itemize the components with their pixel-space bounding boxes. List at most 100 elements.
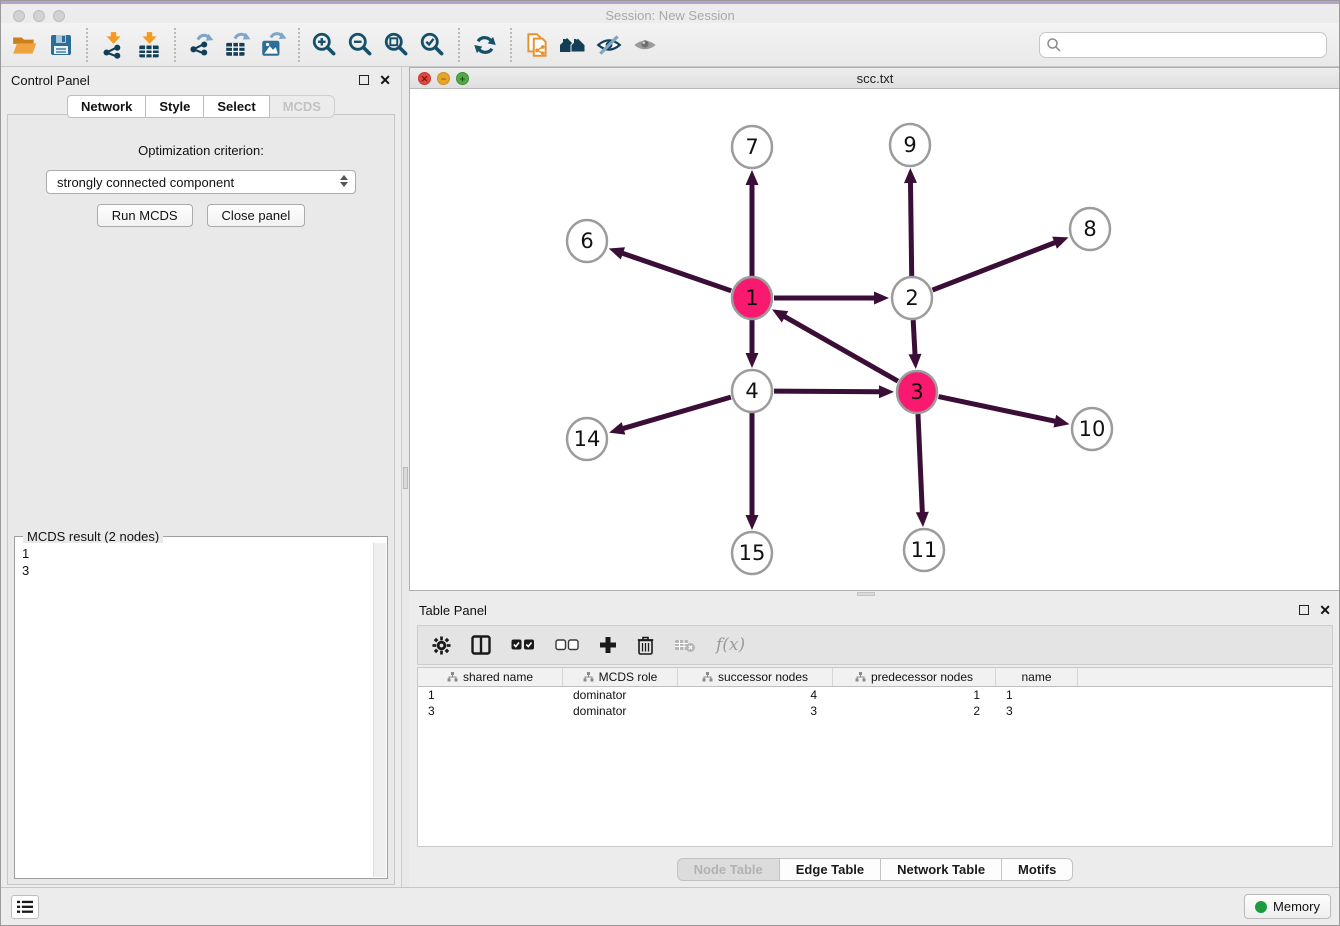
control-panel-title: Control Panel [11,73,90,88]
table-cell: 3 [678,703,833,719]
close-panel-icon[interactable]: ✕ [1319,605,1331,615]
open-file-button[interactable] [7,27,43,63]
refresh-button[interactable] [467,27,503,63]
tab-mcds[interactable]: MCDS [270,95,335,118]
criterion-dropdown[interactable]: strongly connected component [46,170,356,194]
show-columns-button[interactable] [471,635,491,655]
run-mcds-button[interactable]: Run MCDS [97,204,193,227]
graph-edge-4-15[interactable] [746,413,759,530]
import-table-button[interactable] [131,27,167,63]
zoom-in-icon [311,31,339,59]
graph-edge-1-2[interactable] [774,292,889,305]
column-header-name[interactable]: name [996,668,1078,686]
close-panel-icon[interactable]: ✕ [379,75,391,85]
zoom-fit-icon [383,31,411,59]
column-header-successor-nodes[interactable]: successor nodes [678,668,833,686]
export-network-button[interactable] [183,27,219,63]
vertical-splitter[interactable] [401,67,409,889]
graph-edge-3-11[interactable] [916,414,929,527]
memory-button[interactable]: Memory [1244,894,1331,919]
select-all-columns-button[interactable] [511,639,535,651]
zoom-selected-button[interactable] [415,27,451,63]
import-network-button[interactable] [95,27,131,63]
task-history-button[interactable] [11,895,39,919]
graph-node-9[interactable]: 9 [890,124,930,166]
table-body: 1dominator4113dominator323 [418,687,1332,719]
zoom-out-button[interactable] [343,27,379,63]
table-row[interactable]: 3dominator323 [418,703,1332,719]
graph-edge-2-9[interactable] [904,168,917,276]
table-tabs: Node Table Edge Table Network Table Moti… [409,858,1340,881]
window-title: Session: New Session [1,8,1339,23]
show-all-button[interactable] [627,27,663,63]
tab-edge-table[interactable]: Edge Table [780,858,881,881]
delete-column-button[interactable] [637,636,654,655]
tab-network[interactable]: Network [67,95,146,118]
hide-selected-button[interactable] [591,27,627,63]
graph-edge-4-3[interactable] [774,385,894,398]
function-builder-button-disabled: f(x) [716,635,745,655]
mcds-result-scrollbar[interactable] [373,543,386,877]
splitter-grip[interactable] [857,592,875,596]
tab-select[interactable]: Select [204,95,269,118]
graph-edge-1-7[interactable] [746,170,759,276]
control-panel: Control Panel ✕ Network Style Select MCD… [1,67,401,889]
graph-node-4[interactable]: 4 [732,370,772,412]
tab-style[interactable]: Style [146,95,204,118]
close-panel-button[interactable]: Close panel [207,204,306,227]
graph-node-2[interactable]: 2 [892,277,932,319]
graph-node-6[interactable]: 6 [567,220,607,262]
save-icon [48,32,74,58]
mcds-result-list[interactable]: 13 [16,543,373,877]
table-row[interactable]: 1dominator411 [418,687,1332,703]
tab-network-table[interactable]: Network Table [881,858,1002,881]
graph-node-1[interactable]: 1 [732,277,772,319]
graph-node-3[interactable]: 3 [897,371,937,413]
network-view-title: scc.txt [410,71,1340,86]
graph-node-10[interactable]: 10 [1072,408,1112,450]
control-panel-header: Control Panel ✕ [1,67,401,93]
mcds-result-item[interactable]: 3 [22,562,367,579]
graph-edge-2-8[interactable] [933,237,1069,290]
float-panel-icon[interactable] [359,75,369,85]
table-cell: 3 [996,703,1078,719]
search-input[interactable] [1039,32,1327,58]
column-header-MCDS-role[interactable]: MCDS role [563,668,678,686]
float-panel-icon[interactable] [1299,605,1309,615]
zoom-fit-button[interactable] [379,27,415,63]
zoom-in-button[interactable] [307,27,343,63]
network-canvas[interactable]: 7 9 6 8 1 2 4 3 14 10 15 11 [410,89,1340,590]
table-settings-button[interactable] [432,636,451,655]
search-box [1039,32,1327,58]
new-network-from-selection-button[interactable] [519,27,555,63]
open-file-icon [11,31,39,59]
column-header-predecessor-nodes[interactable]: predecessor nodes [833,668,996,686]
splitter-grip[interactable] [403,467,408,489]
export-table-button[interactable] [219,27,255,63]
table-cell: 3 [418,703,563,719]
graph-edge-4-14[interactable] [609,397,731,434]
graph-node-8[interactable]: 8 [1070,208,1110,250]
create-column-button[interactable] [599,636,617,654]
tab-motifs[interactable]: Motifs [1002,858,1073,881]
graph-edge-1-6[interactable] [609,247,731,291]
graph-edge-1-4[interactable] [746,320,759,368]
graph-node-7[interactable]: 7 [732,126,772,168]
graph-node-14[interactable]: 14 [567,418,607,460]
network-window-titlebar[interactable]: ✕ − + scc.txt [410,68,1340,89]
graph-node-15[interactable]: 15 [732,532,772,574]
mcds-result-item[interactable]: 1 [22,545,367,562]
graph-edge-3-10[interactable] [939,397,1070,428]
home-button[interactable] [555,27,591,63]
column-header-label: successor nodes [718,670,808,684]
export-image-button[interactable] [255,27,291,63]
unselect-all-columns-button[interactable] [555,639,579,651]
graph-node-11[interactable]: 11 [904,529,944,571]
tab-node-table[interactable]: Node Table [677,858,780,881]
save-session-button[interactable] [43,27,79,63]
table-cell: 1 [833,687,996,703]
graph-edge-3-1[interactable] [772,309,898,381]
graph-edge-2-3[interactable] [908,320,921,369]
column-header-shared-name[interactable]: shared name [418,668,563,686]
delete-table-icon [674,637,696,653]
